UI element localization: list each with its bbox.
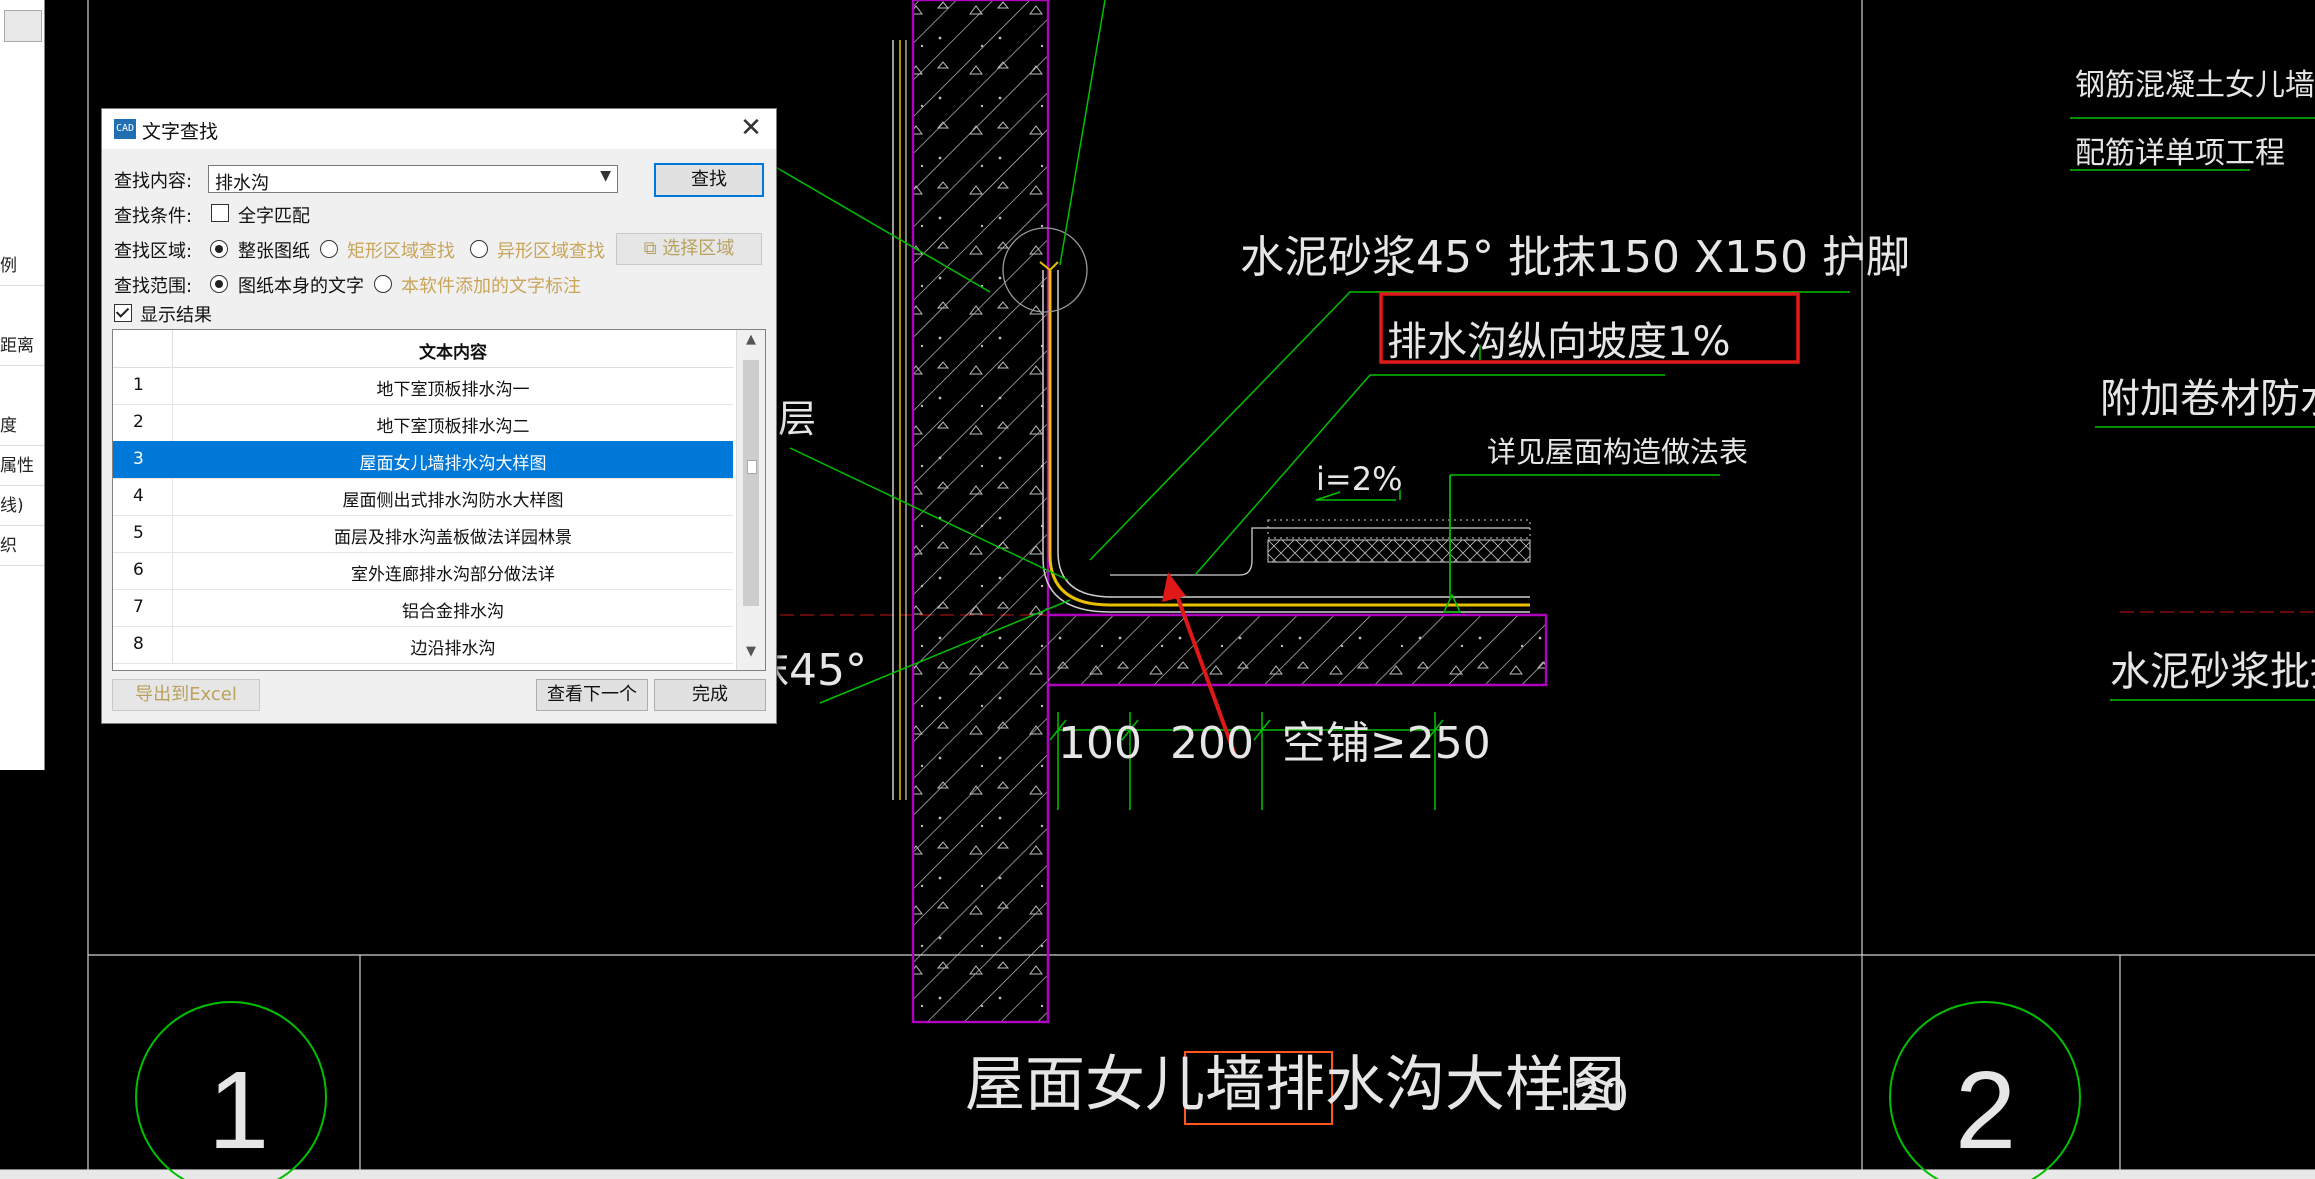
waterproof-membrane bbox=[1039, 261, 1531, 613]
row-number: 1 bbox=[133, 375, 144, 395]
row-text: 地下室顶板排水沟二 bbox=[376, 417, 530, 437]
bubble-2-number: 2 bbox=[1955, 1049, 2016, 1172]
show-results-checkbox[interactable] bbox=[114, 304, 132, 322]
row-number: 8 bbox=[133, 634, 144, 654]
done-button[interactable]: 完成 bbox=[654, 679, 766, 711]
left-properties-panel: 例 距离 度 属性 线) 织 bbox=[0, 0, 45, 770]
left-panel-row[interactable]: 距离 bbox=[0, 327, 44, 366]
right-label-3: 附加卷材防水层 bbox=[2100, 376, 2315, 422]
row-text: 铝合金排水沟 bbox=[402, 602, 504, 622]
parapet-wall bbox=[892, 0, 1050, 1024]
whole-word-checkbox[interactable] bbox=[211, 204, 229, 222]
row-text: 地下室顶板排水沟一 bbox=[376, 380, 530, 400]
search-input-value: 排水沟 bbox=[215, 173, 269, 194]
title-pre: 屋面女儿墙 bbox=[965, 1050, 1265, 1120]
left-panel-row[interactable]: 度 bbox=[0, 407, 44, 446]
label-gradient: i=2% bbox=[1316, 460, 1402, 498]
app-logo-icon: CAD bbox=[114, 119, 136, 139]
select-area-button[interactable]: ⧉ 选择区域 bbox=[616, 233, 762, 265]
scroll-up-icon[interactable]: ▲ bbox=[737, 332, 765, 356]
drawing-title: 屋面女儿墙排水沟大样图 bbox=[965, 1050, 1625, 1120]
area-option-irregular: 异形区域查找 bbox=[497, 241, 605, 262]
text-search-dialog: CAD 文字查找 ✕ 查找内容: 排水沟 ▼ 查找 查找条件: 全字匹配 查找区… bbox=[101, 108, 777, 724]
chevron-down-icon[interactable]: ▼ bbox=[600, 168, 611, 184]
next-button[interactable]: 查看下一个 bbox=[536, 679, 648, 711]
drawing-scale: 1:20 bbox=[1530, 1070, 1629, 1121]
dialog-title-bar[interactable]: CAD 文字查找 ✕ bbox=[102, 109, 776, 149]
scope-option-annotations: 本软件添加的文字标注 bbox=[401, 276, 581, 297]
area-option-whole: 整张图纸 bbox=[238, 241, 310, 262]
title-match: 排水沟 bbox=[1265, 1050, 1445, 1120]
scroll-grip bbox=[747, 460, 757, 474]
search-input[interactable]: 排水沟 ▼ bbox=[208, 165, 618, 194]
left-panel-tab[interactable] bbox=[4, 10, 42, 42]
area-radio-rect[interactable] bbox=[320, 240, 338, 258]
row-number: 2 bbox=[133, 412, 144, 432]
table-row[interactable]: 1 地下室顶板排水沟一 bbox=[113, 367, 733, 405]
dialog-title: 文字查找 bbox=[142, 121, 219, 143]
whole-word-label: 全字匹配 bbox=[238, 206, 310, 227]
close-icon[interactable]: ✕ bbox=[736, 113, 766, 143]
label-slope: 排水沟纵向坡度1% bbox=[1387, 319, 1730, 365]
label-left-layer: 层 bbox=[778, 397, 816, 441]
results-scrollbar[interactable]: ▲ ▼ bbox=[736, 330, 765, 670]
roof-slab bbox=[1046, 613, 1548, 1022]
bubble-1-number: 1 bbox=[208, 1049, 269, 1172]
table-row[interactable]: 8 边沿排水沟 bbox=[113, 626, 733, 664]
scope-radio-annotations[interactable] bbox=[374, 275, 392, 293]
scroll-down-icon[interactable]: ▼ bbox=[737, 644, 765, 668]
area-option-rect: 矩形区域查找 bbox=[347, 241, 455, 262]
table-row-selected[interactable]: 3 屋面女儿墙排水沟大样图 bbox=[113, 441, 733, 479]
select-area-icon: ⧉ bbox=[643, 238, 657, 259]
area-radio-irregular[interactable] bbox=[470, 240, 488, 258]
search-content-label: 查找内容: bbox=[114, 171, 193, 192]
left-panel-row[interactable]: 属性 bbox=[0, 447, 44, 486]
results-table-header: 文本内容 bbox=[113, 330, 733, 368]
row-number: 3 bbox=[133, 449, 144, 469]
select-area-label: 选择区域 bbox=[662, 238, 735, 259]
area-radio-whole[interactable] bbox=[210, 240, 228, 258]
column-header-text: 文本内容 bbox=[419, 343, 487, 363]
condition-label: 查找条件: bbox=[114, 206, 193, 227]
label-mortar: 水泥砂浆45° 批抹150 X150 护脚 bbox=[1240, 232, 1910, 283]
row-number: 5 bbox=[133, 523, 144, 543]
right-label-1: 钢筋混凝土女儿墙 bbox=[2075, 68, 2315, 103]
row-text: 室外连廊排水沟部分做法详 bbox=[351, 565, 555, 585]
left-panel-row[interactable]: 例 bbox=[0, 247, 44, 286]
scope-option-drawing: 图纸本身的文字 bbox=[238, 276, 364, 297]
row-number: 7 bbox=[133, 597, 144, 617]
label-see-table: 详见屋面构造做法表 bbox=[1487, 435, 1748, 469]
left-panel-row[interactable]: 线) bbox=[0, 487, 44, 526]
search-button[interactable]: 查找 bbox=[654, 163, 764, 197]
right-label-2: 配筋详单项工程 bbox=[2075, 136, 2285, 171]
table-row[interactable]: 5 面层及排水沟盖板做法详园林景 bbox=[113, 515, 733, 553]
label-dims: 100 200 空铺≥250 bbox=[1058, 718, 1491, 769]
row-number: 4 bbox=[133, 486, 144, 506]
scroll-thumb[interactable] bbox=[743, 360, 759, 606]
show-results-label: 显示结果 bbox=[140, 305, 212, 326]
scope-label: 查找范围: bbox=[114, 276, 193, 297]
left-panel-row[interactable]: 织 bbox=[0, 527, 44, 566]
table-row[interactable]: 2 地下室顶板排水沟二 bbox=[113, 404, 733, 442]
scope-radio-drawing[interactable] bbox=[210, 275, 228, 293]
table-row[interactable]: 6 室外连廊排水沟部分做法详 bbox=[113, 552, 733, 590]
table-row[interactable]: 4 屋面侧出式排水沟防水大样图 bbox=[113, 478, 733, 516]
row-text: 面层及排水沟盖板做法详园林景 bbox=[334, 528, 572, 548]
results-table[interactable]: 文本内容 1 地下室顶板排水沟一 2 地下室顶板排水沟二 3 屋面女儿墙排水沟大样图 … bbox=[112, 329, 766, 671]
row-text: 屋面侧出式排水沟防水大样图 bbox=[342, 491, 564, 511]
export-excel-button[interactable]: 导出到Excel bbox=[112, 679, 260, 711]
area-label: 查找区域: bbox=[114, 241, 193, 262]
row-text: 屋面女儿墙排水沟大样图 bbox=[359, 454, 547, 474]
table-row[interactable]: 7 铝合金排水沟 bbox=[113, 589, 733, 627]
row-text: 边沿排水沟 bbox=[410, 639, 496, 659]
right-label-4: 水泥砂浆批抹4 bbox=[2110, 649, 2315, 695]
row-number: 6 bbox=[133, 560, 144, 580]
